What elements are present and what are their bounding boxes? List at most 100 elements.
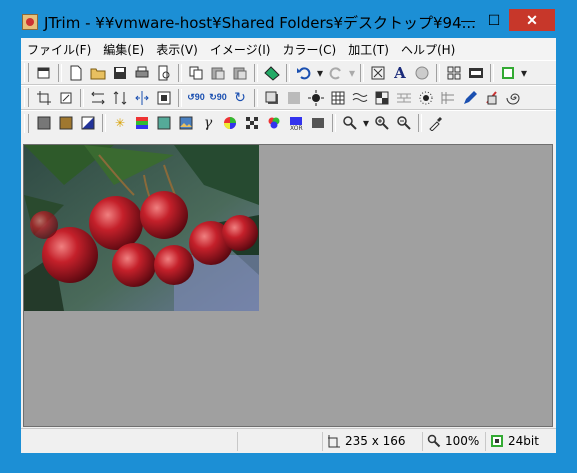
app-window: JTrim - ¥¥vmware-host¥Shared Folders¥デスク… (0, 0, 577, 473)
grayscale-icon[interactable] (34, 113, 54, 133)
color-wheel-icon[interactable] (220, 113, 240, 133)
separator (254, 63, 258, 82)
frame-icon[interactable] (154, 88, 174, 108)
filmstrip-icon[interactable] (466, 63, 486, 83)
undo-dropdown-icon[interactable]: ▾ (316, 63, 324, 83)
dots-icon[interactable] (416, 88, 436, 108)
close-button[interactable]: ✕ (509, 9, 555, 31)
gradient-bar-icon[interactable] (308, 113, 328, 133)
eyedropper-icon[interactable] (426, 113, 446, 133)
separator (436, 63, 440, 82)
svg-text:XOR: XOR (290, 125, 303, 131)
open-recent-icon[interactable] (34, 63, 54, 83)
toolbar-grip[interactable] (24, 88, 29, 107)
toolbar-grip[interactable] (24, 63, 29, 82)
titlebar[interactable]: JTrim - ¥¥vmware-host¥Shared Folders¥デスク… (0, 0, 577, 38)
toolbar-grip[interactable] (24, 113, 29, 133)
brick-icon[interactable] (394, 88, 414, 108)
menu-view[interactable]: 表示(V) (150, 41, 204, 58)
line-pattern-icon[interactable] (438, 88, 458, 108)
flip-vertical-icon[interactable] (110, 88, 130, 108)
client-area: ファイル(F) 編集(E) 表示(V) イメージ(I) カラー(C) 加工(T)… (21, 38, 556, 453)
zoom-icon[interactable] (340, 113, 360, 133)
paste-new-icon[interactable] (230, 63, 250, 83)
zoom-in-icon[interactable] (372, 113, 392, 133)
grid-icon[interactable] (412, 63, 432, 83)
gamma-icon[interactable]: γ (198, 113, 218, 133)
menu-file[interactable]: ファイル(F) (21, 41, 97, 58)
xor-icon[interactable]: XOR (286, 113, 306, 133)
flip-horizontal-icon[interactable] (88, 88, 108, 108)
separator (102, 114, 106, 132)
minimize-button[interactable]: — (455, 9, 481, 31)
text-icon[interactable]: A (390, 63, 410, 83)
tile-pattern-icon[interactable] (372, 88, 392, 108)
status-message (21, 431, 238, 451)
separator (178, 63, 182, 82)
fit-window-icon[interactable] (368, 63, 388, 83)
rotate-left-90-icon[interactable]: ↺90 (186, 88, 206, 108)
print-preview-icon[interactable] (154, 63, 174, 83)
maximize-button[interactable]: ☐ (481, 9, 507, 31)
resize-icon (327, 434, 341, 448)
open-folder-icon[interactable] (88, 63, 108, 83)
mirror-icon[interactable] (132, 88, 152, 108)
zoom-out-icon[interactable] (394, 113, 414, 133)
rotate-right-90-icon[interactable]: ↻90 (208, 88, 228, 108)
shadow-icon[interactable] (262, 88, 282, 108)
sepia-icon[interactable] (56, 113, 76, 133)
separator (360, 63, 364, 82)
separator (80, 88, 84, 107)
sparkle-icon[interactable]: ✳ (110, 113, 130, 133)
picture-icon[interactable] (176, 113, 196, 133)
eraser-icon[interactable] (482, 88, 502, 108)
menu-color[interactable]: カラー(C) (276, 41, 342, 58)
sun-icon[interactable] (306, 88, 326, 108)
zoom-level: 100% (445, 434, 480, 448)
print-icon[interactable] (132, 63, 152, 83)
separator (286, 63, 290, 82)
color-balance-icon[interactable] (132, 113, 152, 133)
menu-image[interactable]: イメージ(I) (204, 41, 277, 58)
rgb-channels-icon[interactable] (264, 113, 284, 133)
zoom-dropdown-icon[interactable]: ▾ (362, 113, 370, 133)
spiral-icon[interactable] (504, 88, 524, 108)
menu-process[interactable]: 加工(T) (342, 41, 395, 58)
palette-icon[interactable] (498, 63, 518, 83)
new-file-icon[interactable] (66, 63, 86, 83)
separator (178, 88, 182, 107)
crop-icon[interactable] (34, 88, 54, 108)
tile-icon[interactable] (444, 63, 464, 83)
checker-icon[interactable] (242, 113, 262, 133)
wave-icon[interactable] (350, 88, 370, 108)
paste-icon[interactable] (208, 63, 228, 83)
cherries-photo (24, 145, 259, 311)
zoom-pane: 100% (423, 431, 486, 451)
image-canvas[interactable] (23, 144, 553, 427)
separator (332, 114, 336, 132)
pen-icon[interactable] (460, 88, 480, 108)
toolbar-color: ✳ γ XOR ▾ (21, 110, 556, 135)
gradient-icon[interactable] (154, 113, 174, 133)
rotate-arbitrary-icon[interactable]: ↻ (230, 88, 250, 108)
menu-edit[interactable]: 編集(E) (97, 41, 150, 58)
redo-icon[interactable] (326, 63, 346, 83)
save-icon[interactable] (110, 63, 130, 83)
bit-depth: 24bit (508, 434, 539, 448)
separator (418, 114, 422, 132)
image-size-pane: 235 x 166 (323, 431, 423, 451)
separator (58, 63, 62, 82)
copy-icon[interactable] (186, 63, 206, 83)
emboss-icon[interactable] (284, 88, 304, 108)
palette-dropdown-icon[interactable]: ▾ (520, 63, 528, 83)
negative-icon[interactable] (78, 113, 98, 133)
capture-icon[interactable] (262, 63, 282, 83)
resize-icon[interactable] (56, 88, 76, 108)
separator (490, 63, 494, 82)
undo-icon[interactable] (294, 63, 314, 83)
menu-help[interactable]: ヘルプ(H) (395, 41, 461, 58)
redo-dropdown-icon[interactable]: ▾ (348, 63, 356, 83)
app-icon[interactable] (22, 14, 38, 30)
separator (254, 88, 258, 107)
mosaic-icon[interactable] (328, 88, 348, 108)
